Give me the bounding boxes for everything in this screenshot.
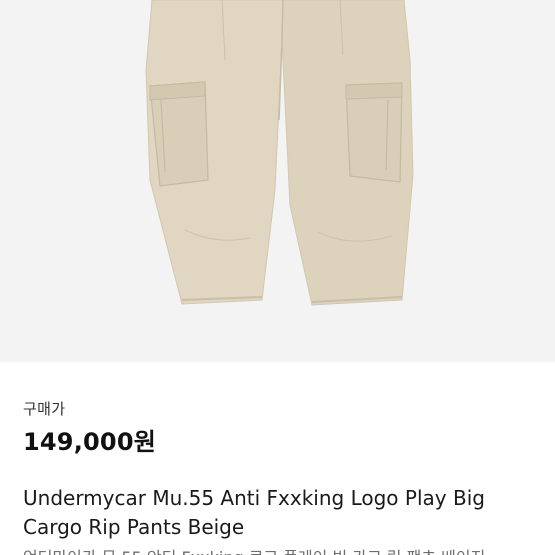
cargo-pants-illustration (0, 0, 555, 362)
price-value: 149,000원 (23, 428, 156, 456)
product-subtitle: 언더마이카 뮤.55 안티 Fxxking 로고 플레이 빅 카고 립 팬츠 베… (23, 544, 555, 555)
product-page: 구매가 149,000원 Undermycar Mu.55 Anti Fxxki… (0, 0, 555, 555)
product-image[interactable] (0, 0, 555, 362)
product-title: Undermycar Mu.55 Anti Fxxking Logo Play … (23, 486, 485, 539)
product-info: 구매가 149,000원 Undermycar Mu.55 Anti Fxxki… (0, 362, 555, 555)
price-label: 구매가 (23, 400, 66, 418)
